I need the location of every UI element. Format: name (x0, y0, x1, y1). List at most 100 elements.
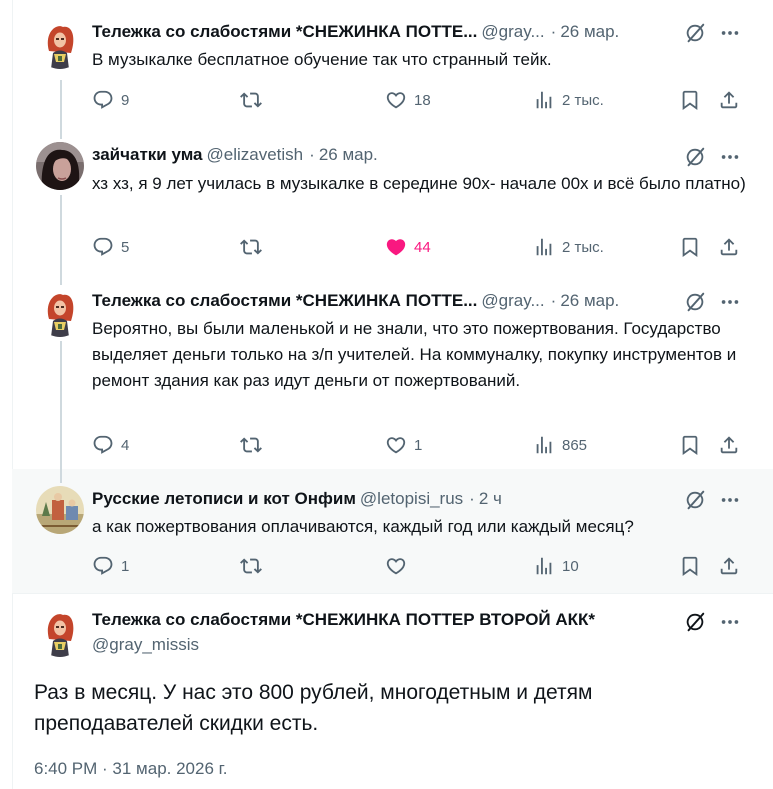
reply-button[interactable]: 4 (92, 433, 129, 457)
more-icon[interactable] (719, 611, 741, 633)
grok-icon[interactable] (684, 291, 706, 313)
avatar[interactable] (36, 142, 84, 190)
user-handle[interactable]: @letopisi_rus (360, 489, 463, 509)
avatar[interactable] (36, 609, 84, 657)
like-count: 18 (414, 91, 431, 109)
avatar[interactable] (36, 21, 84, 69)
thread-line (60, 271, 62, 285)
like-button[interactable]: 1 (385, 433, 422, 457)
display-name[interactable]: зайчатки ума (92, 145, 203, 165)
views-count: 2 тыс. (562, 91, 604, 109)
share-icon (718, 89, 740, 111)
user-handle[interactable]: @gray... (481, 22, 544, 42)
share-icon (718, 555, 740, 577)
tweet-time[interactable]: 26 мар. (560, 291, 619, 311)
like-icon (385, 236, 407, 258)
bookmark-icon (679, 555, 701, 577)
grok-icon[interactable] (684, 489, 706, 511)
thread-line (60, 469, 62, 483)
avatar[interactable] (36, 289, 84, 337)
like-button[interactable] (385, 554, 414, 578)
tweet-timestamp[interactable]: 6:40 PM · 31 мар. 2026 г. (34, 759, 227, 779)
bookmark-button[interactable] (679, 433, 701, 457)
thread-line (60, 341, 62, 469)
tweet-time[interactable]: 26 мар. (319, 145, 378, 165)
reply-icon (92, 236, 114, 258)
repost-icon (240, 434, 262, 456)
like-button[interactable]: 44 (385, 235, 431, 259)
display-name[interactable]: Тележка со слабостями *СНЕЖИНКА ПОТТЕ... (92, 291, 477, 311)
user-handle[interactable]: @gray... (481, 291, 544, 311)
grok-icon[interactable] (684, 146, 706, 168)
separator-dot: · (550, 291, 557, 310)
share-icon (718, 236, 740, 258)
repost-button[interactable] (240, 235, 269, 259)
reply-icon (92, 555, 114, 577)
thread-line (60, 125, 62, 139)
tweet-header: Русские летописи и кот Онфим @letopisi_r… (92, 488, 743, 510)
repost-button[interactable] (240, 88, 269, 112)
divider (12, 593, 773, 594)
action-bar: 5 44 2 тыс. (92, 235, 745, 259)
separator-dot: · (550, 22, 557, 41)
like-icon (385, 434, 407, 456)
more-icon[interactable] (719, 22, 741, 44)
display-name[interactable]: Русские летописи и кот Онфим (92, 489, 356, 509)
reply-button[interactable]: 9 (92, 88, 129, 112)
more-icon[interactable] (719, 146, 741, 168)
bookmark-button[interactable] (679, 554, 701, 578)
reply-icon (92, 89, 114, 111)
bookmark-icon (679, 236, 701, 258)
views-count: 10 (562, 557, 579, 575)
reply-tweet[interactable]: Русские летописи и кот Онфим @letopisi_r… (12, 469, 773, 593)
reply-tweet[interactable]: Тележка со слабостями *СНЕЖИНКА ПОТТЕ...… (12, 271, 773, 469)
grok-icon[interactable] (684, 611, 706, 633)
more-icon[interactable] (719, 291, 741, 313)
views-count: 2 тыс. (562, 238, 604, 256)
action-bar: 9 18 2 тыс. (92, 88, 745, 112)
views-button[interactable]: 2 тыс. (533, 88, 604, 112)
tweet-text: а как пожертвования оплачиваются, каждый… (92, 517, 634, 536)
repost-button[interactable] (240, 554, 269, 578)
separator-dot: · (469, 489, 475, 508)
bookmark-button[interactable] (679, 88, 701, 112)
repost-button[interactable] (240, 433, 269, 457)
action-bar: 4 1 865 (92, 433, 745, 457)
tweet-header: зайчатки ума @elizavetish · 26 мар. (92, 144, 743, 166)
repost-icon (240, 89, 262, 111)
avatar[interactable] (36, 486, 84, 534)
reply-tweet[interactable]: Тележка со слабостями *СНЕЖИНКА ПОТТЕ...… (12, 0, 773, 125)
tweet-time[interactable]: 26 мар. (560, 22, 619, 42)
more-icon[interactable] (719, 489, 741, 511)
reply-tweet[interactable]: зайчатки ума @elizavetish · 26 мар. хз х… (12, 125, 773, 271)
repost-icon (240, 236, 262, 258)
views-button[interactable]: 10 (533, 554, 579, 578)
display-name[interactable]: Тележка со слабостями *СНЕЖИНКА ПОТТЕ... (92, 22, 477, 42)
like-button[interactable]: 18 (385, 88, 431, 112)
user-handle[interactable]: @gray_missis (92, 635, 199, 655)
tweet-text: хз хз, я 9 лет училась в музыкалке в сер… (92, 174, 746, 193)
tweet-time[interactable]: 2 ч (479, 489, 502, 509)
reply-count: 1 (121, 557, 130, 575)
share-button[interactable] (718, 235, 740, 259)
tweet-text: Раз в месяц. У нас это 800 рублей, много… (34, 681, 593, 735)
views-button[interactable]: 2 тыс. (533, 235, 604, 259)
reply-button[interactable]: 5 (92, 235, 129, 259)
reply-count: 4 (121, 436, 130, 454)
reply-count: 5 (121, 238, 130, 256)
like-icon (385, 89, 407, 111)
views-icon (533, 434, 555, 456)
views-button[interactable]: 865 (533, 433, 587, 457)
share-button[interactable] (718, 433, 740, 457)
user-handle[interactable]: @elizavetish (207, 145, 304, 165)
views-icon (533, 555, 555, 577)
action-bar: 1 10 (92, 554, 745, 578)
display-name[interactable]: Тележка со слабостями *СНЕЖИНКА ПОТТЕР В… (92, 610, 595, 630)
views-icon (533, 236, 555, 258)
bookmark-button[interactable] (679, 235, 701, 259)
reply-button[interactable]: 1 (92, 554, 129, 578)
thread-line (60, 80, 62, 125)
share-button[interactable] (718, 554, 740, 578)
grok-icon[interactable] (684, 22, 706, 44)
share-button[interactable] (718, 88, 740, 112)
